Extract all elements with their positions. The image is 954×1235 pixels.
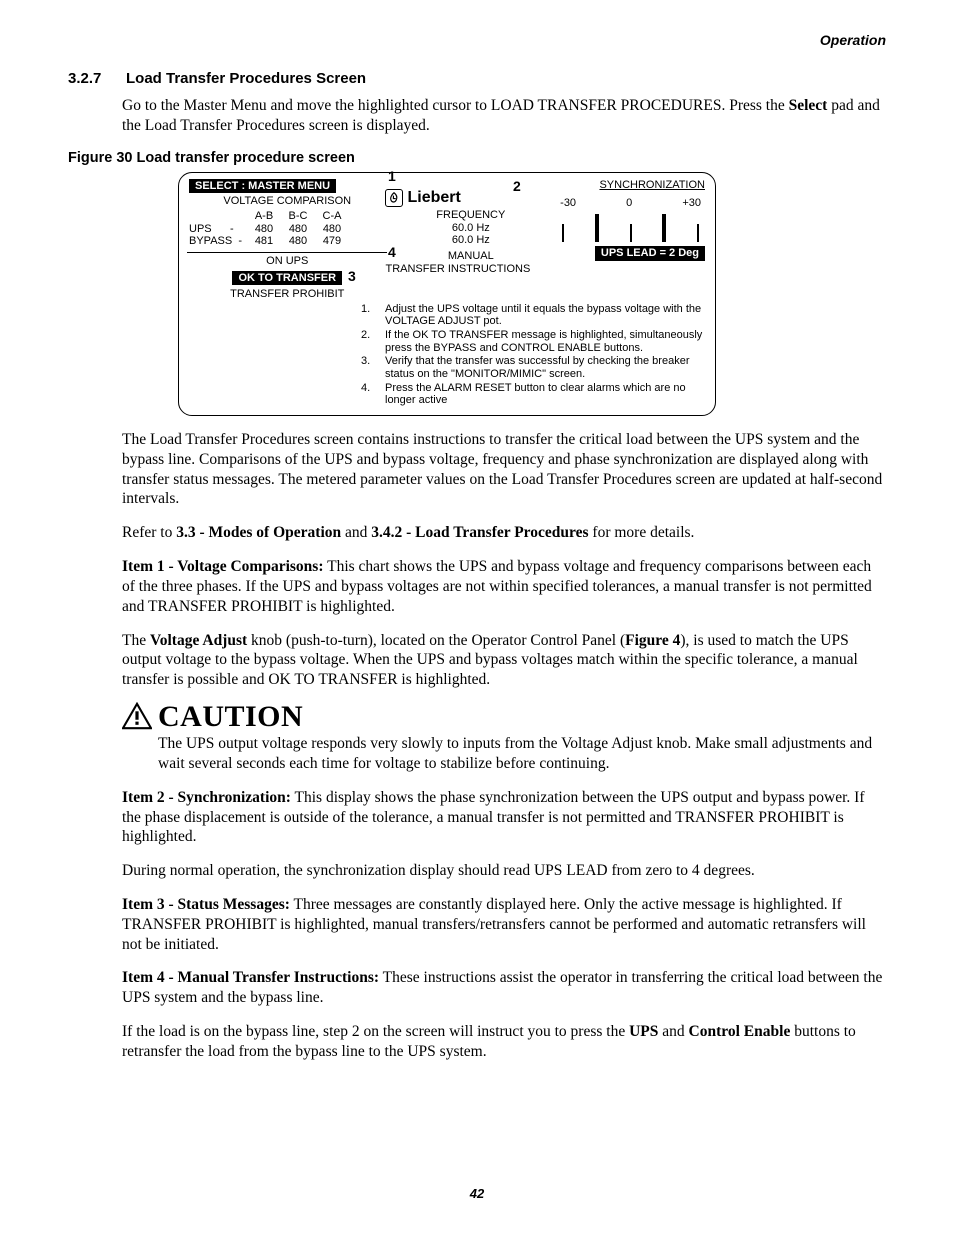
panel-right-col: SYNCHRONIZATION -30 0 +30 UPS LEAD = 2 D… xyxy=(556,179,705,261)
liebert-logo-icon xyxy=(385,189,403,207)
ref-modes: 3.3 - Modes of Operation xyxy=(176,524,341,541)
instr-1: Adjust the UPS voltage until it equals t… xyxy=(385,303,705,328)
sync-scale-pos30: +30 xyxy=(682,197,701,210)
frequency-ups: 60.0 Hz xyxy=(385,222,556,235)
voltage-adjust-label: Voltage Adjust xyxy=(150,632,247,649)
instr-num-1: 1. xyxy=(361,303,381,328)
sync-scale: -30 0 +30 xyxy=(556,197,705,210)
ups-button-label: UPS xyxy=(629,1023,658,1040)
para-item1: Item 1 - Voltage Comparisons: This chart… xyxy=(122,557,886,616)
caution-body: The UPS output voltage responds very slo… xyxy=(158,734,886,774)
para-normal-op: During normal operation, the synchroniza… xyxy=(122,861,886,881)
instr-3: Verify that the transfer was successful … xyxy=(385,355,705,380)
instr-num-3: 3. xyxy=(361,355,381,380)
synchronization-title: SYNCHRONIZATION xyxy=(556,179,705,192)
liebert-logo-text: Liebert xyxy=(407,189,460,207)
load-transfer-panel: SELECT : MASTER MENU VOLTAGE COMPARISON … xyxy=(178,172,716,416)
caution-icon xyxy=(122,702,154,774)
col-ab: A-B xyxy=(247,210,281,223)
liebert-logo: Liebert xyxy=(385,189,556,207)
ups-lead-row: UPS LEAD = 2 Deg xyxy=(556,246,705,261)
panel-center-col: Liebert FREQUENCY 60.0 Hz 60.0 Hz MANUAL… xyxy=(385,179,556,276)
sync-scale-zero: 0 xyxy=(626,197,632,210)
para-item2: Item 2 - Synchronization: This display s… xyxy=(122,788,886,847)
instr-num-2: 2. xyxy=(361,329,381,354)
text: If the load is on the bypass line, step … xyxy=(122,1023,629,1040)
manual-transfer-instructions: 1. Adjust the UPS voltage until it equal… xyxy=(189,303,705,407)
sync-tick-major xyxy=(595,214,599,242)
callout-3: 3 xyxy=(348,268,356,284)
row-bypass-label: BYPASS - xyxy=(189,235,247,248)
intro-paragraph: Go to the Master Menu and move the highl… xyxy=(122,96,886,136)
text: for more details. xyxy=(589,524,695,541)
ups-bc: 480 xyxy=(281,223,315,236)
sync-tick-major xyxy=(662,214,666,242)
figure-caption: Figure 30 Load transfer procedure screen xyxy=(68,150,886,166)
on-ups-label: ON UPS xyxy=(189,255,385,268)
text: and xyxy=(341,524,371,541)
frequency-bypass: 60.0 Hz xyxy=(385,234,556,247)
ups-ab: 480 xyxy=(247,223,281,236)
sync-tick xyxy=(697,224,699,242)
select-master-menu-bar: SELECT : MASTER MENU xyxy=(189,179,336,194)
text: Refer to xyxy=(122,524,176,541)
running-head: Operation xyxy=(68,32,886,48)
transfer-instructions-label: TRANSFER INSTRUCTIONS xyxy=(385,263,556,276)
section-title: Load Transfer Procedures Screen xyxy=(126,70,366,87)
ok-to-transfer-badge: OK TO TRANSFER xyxy=(232,271,342,286)
para-item4: Item 4 - Manual Transfer Instructions: T… xyxy=(122,968,886,1008)
para-bypass-step2: If the load is on the bypass line, step … xyxy=(122,1022,886,1062)
caution-heading: CAUTION xyxy=(158,700,886,734)
panel-divider xyxy=(187,252,387,253)
col-ca: C-A xyxy=(315,210,349,223)
bypass-bc: 480 xyxy=(281,235,315,248)
voltage-comparison-title: VOLTAGE COMPARISON xyxy=(189,195,385,208)
status-messages: OK TO TRANSFER TRANSFER PROHIBIT xyxy=(189,271,385,301)
instr-4: Press the ALARM RESET button to clear al… xyxy=(385,382,705,407)
ref-ltp: 3.4.2 - Load Transfer Procedures xyxy=(371,524,588,541)
para-item3: Item 3 - Status Messages: Three messages… xyxy=(122,895,886,954)
figure-panel-wrap: 1 2 3 4 SELECT : MASTER MENU VOLTAGE COM… xyxy=(178,172,886,416)
text: knob (push-to-turn), located on the Oper… xyxy=(247,632,625,649)
instr-2: If the OK TO TRANSFER message is highlig… xyxy=(385,329,705,354)
col-bc: B-C xyxy=(281,210,315,223)
sync-tick xyxy=(630,224,632,242)
figure4-ref: Figure 4 xyxy=(625,632,680,649)
page-number: 42 xyxy=(0,1186,954,1201)
sync-graph xyxy=(556,212,705,242)
row-ups-label: UPS - xyxy=(189,223,247,236)
item2-title: Item 2 - Synchronization: xyxy=(122,789,291,806)
item3-title: Item 3 - Status Messages: xyxy=(122,896,290,913)
voltage-comparison-table: A-B B-C C-A UPS - 480 480 480 BYPASS - 4… xyxy=(189,208,385,248)
text: Go to the Master Menu and move the highl… xyxy=(122,97,789,114)
instr-num-4: 4. xyxy=(361,382,381,407)
text: and xyxy=(658,1023,688,1040)
para-voltage-adjust: The Voltage Adjust knob (push-to-turn), … xyxy=(122,631,886,690)
section-heading: 3.2.7 Load Transfer Procedures Screen xyxy=(68,70,886,88)
para-refer: Refer to 3.3 - Modes of Operation and 3.… xyxy=(122,523,886,543)
sync-scale-neg30: -30 xyxy=(560,197,576,210)
caution-block: CAUTION The UPS output voltage responds … xyxy=(122,700,886,774)
ups-lead-badge: UPS LEAD = 2 Deg xyxy=(595,246,705,261)
select-label: Select xyxy=(789,97,828,114)
para-overview: The Load Transfer Procedures screen cont… xyxy=(122,430,886,509)
manual-label: MANUAL xyxy=(385,250,556,263)
item1-title: Item 1 - Voltage Comparisons: xyxy=(122,558,324,575)
item4-title: Item 4 - Manual Transfer Instructions: xyxy=(122,969,379,986)
ups-ca: 480 xyxy=(315,223,349,236)
bypass-ab: 481 xyxy=(247,235,281,248)
sync-tick xyxy=(562,224,564,242)
section-number: 3.2.7 xyxy=(68,70,122,87)
panel-left-col: SELECT : MASTER MENU VOLTAGE COMPARISON … xyxy=(189,179,385,301)
bypass-ca: 479 xyxy=(315,235,349,248)
text: The xyxy=(122,632,150,649)
control-enable-label: Control Enable xyxy=(689,1023,791,1040)
transfer-prohibit-label: TRANSFER PROHIBIT xyxy=(189,288,385,301)
frequency-title: FREQUENCY xyxy=(385,209,556,222)
